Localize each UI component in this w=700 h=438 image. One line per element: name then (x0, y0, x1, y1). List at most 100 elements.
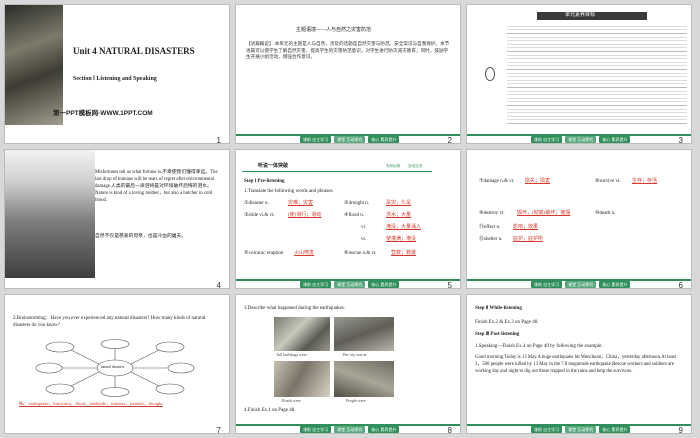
footer-button[interactable]: 核心 素养提升 (368, 136, 400, 143)
slide-number: 4 (216, 281, 221, 288)
footer-button[interactable]: 课堂 互动探究 (334, 281, 366, 288)
slide-number: 7 (216, 426, 221, 433)
vocab-term: ⑪effect n. (479, 225, 501, 230)
slide-4-thumbnail[interactable]: Misfortunes tell us what fortune is.不幸使我… (5, 150, 229, 288)
vocab-pos: vt. (361, 237, 367, 242)
vocab-answer: 火山喷发 (294, 251, 315, 256)
vocab-term: ①disaster n. (244, 201, 269, 206)
earthquake-photo (274, 361, 330, 397)
step-label: Step Ⅱ While-listening (475, 306, 522, 311)
vocab-answer: 庇护；庇护所 (513, 237, 544, 242)
slide-footer: 课前 自主学习 课堂 互动探究 核心 素养提升 (236, 134, 460, 143)
slide-3-thumbnail[interactable]: 单元素养目标 课前 自主学习 课堂 互动探究 核心 素养提升 3 (467, 5, 691, 143)
footer-button[interactable]: 核心 素养提升 (599, 281, 631, 288)
slide-footer: 课前 自主学习 课堂 互动探究 核心 素养提升 (236, 279, 460, 288)
vocab-term: ⑩death n. (595, 211, 616, 216)
mindmap-center-label: natural disasters (101, 365, 125, 369)
slide-number: 6 (678, 281, 683, 288)
slide-footer: 课前 自主学习 课堂 互动探究 核心 素养提升 (467, 279, 691, 288)
earthquake-photo (274, 317, 330, 351)
quote-chinese: 自然不仅是慈爱的母亲，也是冷血的屠夫。 (95, 234, 187, 239)
photo-caption: Roads were (282, 398, 301, 403)
vocab-answer: 影响；效果 (513, 225, 539, 230)
section-tag: 先听后练 (386, 164, 401, 168)
vocab-term: ②drought n. (344, 201, 370, 206)
slide-6-thumbnail[interactable]: ⑦damage n.& vt. 损失；损害 ⑧survive vi. 生存；存活… (467, 150, 691, 288)
slide-footer: 课前 自主学习 课堂 互动探究 核心 素养提升 (467, 424, 691, 433)
speaking-task: 1.Speaking—Finish Ex.4 on Page 49 by fol… (475, 344, 603, 349)
vocab-pos: vi. (361, 225, 367, 230)
slide-heading: 主题语境——人与自然之灾害防范 (296, 28, 372, 33)
vocab-term: ⑧survive vi. (595, 179, 621, 184)
step-label: Step Ⅲ Post-listening (475, 332, 520, 337)
vocab-answer: 生存；存活 (632, 179, 658, 184)
task-text: 1.Translate the following words and phra… (244, 189, 334, 194)
vocab-term: ④flood n. (344, 213, 365, 218)
slide-footer: 课前 自主学习 课堂 互动探究 核心 素养提升 (467, 134, 691, 143)
footer-button[interactable]: 课前 自主学习 (531, 136, 563, 143)
slide-9-thumbnail[interactable]: Step Ⅱ While-listening Finish Ex.2 & Ex.… (467, 295, 691, 433)
slide-heading: 单元素养目标 (565, 13, 596, 18)
vocab-term: ⑥rescue n.& vt. (344, 251, 377, 256)
example-text: Good morning.Today is 13 May.A huge eart… (475, 355, 676, 374)
section-heading: 听说一体突破 (258, 164, 289, 169)
vocab-answer: 旱灾；久旱 (386, 201, 412, 206)
step-label: Step Ⅰ Pre-listening (244, 179, 285, 184)
footer-button[interactable]: 核心 素养提升 (599, 426, 631, 433)
slide-2-thumbnail[interactable]: 主题语境——人与自然之灾害防范 【语篇概说】 本单元的主题是人与自然，涉及的话题… (236, 5, 460, 143)
vocab-answer: 使灌满；淹没 (386, 237, 417, 242)
footer-button[interactable]: 课前 自主学习 (300, 281, 332, 288)
vocab-answer: 毁坏，(彻底)破坏；摧毁 (517, 211, 571, 216)
footer-button[interactable]: 课前 自主学习 (300, 426, 332, 433)
slide-number: 2 (447, 136, 452, 143)
answer-text: Ⅲs：earthquake，hurricane，flood，landslide，… (19, 401, 163, 406)
vocab-term: ⑫shelter n. (479, 237, 503, 242)
photo-caption: Tall buildings were (276, 352, 307, 357)
footer-button[interactable]: 课堂 互动探究 (334, 426, 366, 433)
slide-5-thumbnail[interactable]: 听说一体突破 先听后练 互动交流 Step Ⅰ Pre-listening 1.… (236, 150, 460, 288)
slide-subtitle: Section Ⅰ Listening and Speaking (73, 76, 157, 82)
mindmap-node (485, 67, 495, 81)
footer-button[interactable]: 课堂 互动探究 (565, 281, 597, 288)
exercise-text: Finish Ex.2 & Ex.3 on Page 48. (475, 320, 539, 325)
footer-button[interactable]: 核心 素养提升 (368, 281, 400, 288)
disaster-photo (5, 5, 63, 125)
vocab-answer: 洪水；大量 (386, 213, 412, 218)
vocab-term: ⑦damage n.& vt. (479, 179, 515, 184)
footer-button[interactable]: 核心 素养提升 (599, 136, 631, 143)
vocab-answer: 灾难；灾害 (288, 201, 314, 206)
forest-photo (5, 150, 95, 278)
footer-button[interactable]: 课前 自主学习 (531, 281, 563, 288)
vocab-term: ③slide vi.& vt. (244, 213, 275, 218)
footer-button[interactable]: 课前 自主学习 (300, 136, 332, 143)
earthquake-photo (334, 361, 394, 397)
instruction-text: 4.Finish Ex.1 on Page 48. (244, 408, 296, 413)
footer-button[interactable]: 课堂 互动探究 (565, 426, 597, 433)
question-text: 3.Describe what happened during the eart… (244, 306, 345, 311)
quote-english: Misfortunes tell us what fortune is.不幸使我… (95, 170, 218, 203)
slide-8-thumbnail[interactable]: 3.Describe what happened during the eart… (236, 295, 460, 433)
slide-number: 8 (447, 426, 452, 433)
section-tag: 互动交流 (408, 164, 423, 168)
question-text: 2.Brainstorming：Have you ever experience… (13, 316, 206, 329)
site-watermark: 第一PPT模板网-WWW.1PPT.COM (53, 110, 153, 117)
photo-caption: The city was in (342, 352, 367, 357)
footer-button[interactable]: 核心 素养提升 (368, 426, 400, 433)
vocab-answer: 损失；损害 (525, 179, 551, 184)
slide-title: Unit 4 NATURAL DISASTERS (73, 46, 195, 56)
slide-7-thumbnail[interactable]: 2.Brainstorming：Have you ever experience… (5, 295, 229, 433)
photo-caption: People were (346, 398, 366, 403)
vocab-answer: 淹没；大量涌入 (386, 225, 422, 230)
vocab-answer: 营救；救援 (391, 251, 417, 256)
footer-button[interactable]: 课堂 互动探究 (334, 136, 366, 143)
footer-button[interactable]: 课堂 互动探究 (565, 136, 597, 143)
slide-body: 【语篇概说】 本单元的主题是人与自然，涉及的话题是自然灾害与防范。安全常识与自我… (246, 41, 450, 60)
slide-number: 5 (447, 281, 452, 288)
footer-button[interactable]: 课前 自主学习 (531, 426, 563, 433)
slide-number: 9 (678, 426, 683, 433)
vocab-answer: (使)滑行；滑动 (288, 213, 322, 218)
slide-sorter-grid: Unit 4 NATURAL DISASTERS Section Ⅰ Liste… (0, 0, 700, 438)
slide-1-thumbnail[interactable]: Unit 4 NATURAL DISASTERS Section Ⅰ Liste… (5, 5, 229, 143)
slide-number: 3 (678, 136, 683, 143)
slide-footer: 课前 自主学习 课堂 互动探究 核心 素养提升 (236, 424, 460, 433)
